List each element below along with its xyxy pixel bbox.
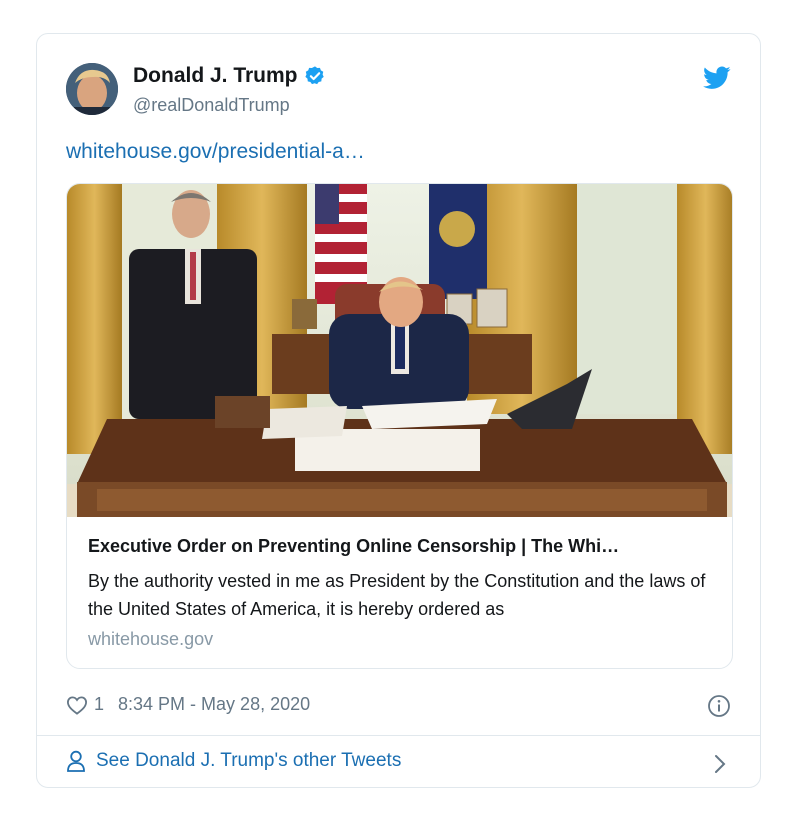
divider (37, 735, 760, 736)
verified-badge-icon (304, 66, 324, 85)
preview-title[interactable]: Executive Order on Preventing Online Cen… (88, 536, 619, 557)
timestamp[interactable]: 8:34 PM - May 28, 2020 (118, 694, 310, 715)
embedded-tweet-card: Donald J. Trump @realDonaldTrump whiteho… (36, 33, 761, 788)
twitter-bird-icon[interactable] (703, 66, 731, 90)
chevron-right-icon[interactable] (713, 753, 727, 775)
tweet-meta: 1 8:34 PM - May 28, 2020 (66, 694, 310, 715)
preview-photo (67, 184, 732, 517)
info-icon[interactable] (707, 694, 731, 718)
heart-icon[interactable] (66, 695, 88, 715)
preview-description: By the authority vested in me as Preside… (88, 571, 706, 619)
other-tweets-label[interactable]: See Donald J. Trump's other Tweets (96, 750, 401, 772)
link-preview-card[interactable]: Executive Order on Preventing Online Cen… (66, 183, 733, 669)
like-count[interactable]: 1 (94, 694, 104, 715)
avatar[interactable] (66, 63, 118, 115)
author-handle[interactable]: @realDonaldTrump (133, 95, 290, 116)
other-tweets-link[interactable]: See Donald J. Trump's other Tweets (66, 750, 401, 772)
preview-domain: whitehouse.gov (88, 629, 214, 649)
author-name[interactable]: Donald J. Trump (133, 64, 298, 88)
tweet-link[interactable]: whitehouse.gov/presidential-a… (66, 140, 365, 164)
author-row: Donald J. Trump (133, 64, 326, 88)
person-icon (67, 750, 85, 772)
